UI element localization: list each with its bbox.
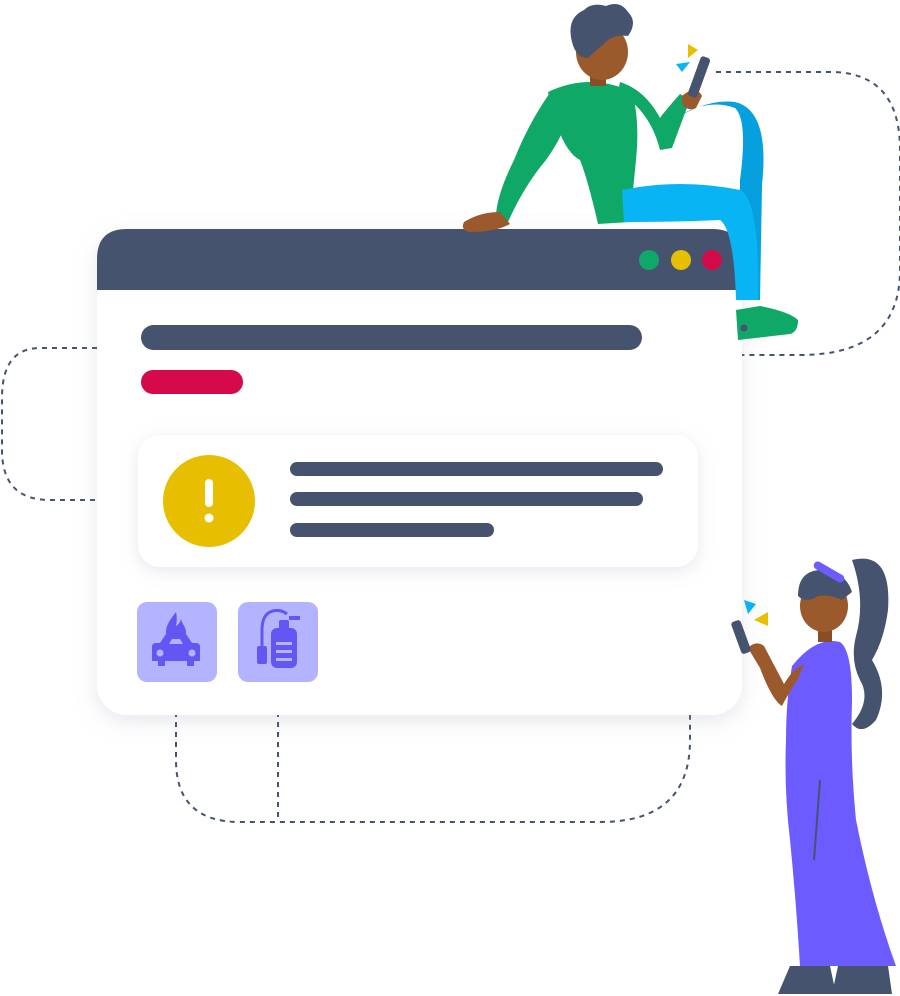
alert-line-1 <box>290 462 663 476</box>
woman-figure <box>731 558 896 994</box>
alert-card <box>138 435 698 567</box>
tag-placeholder-bar <box>141 370 243 394</box>
alert-line-3 <box>290 523 494 537</box>
window-dot-red <box>702 250 722 270</box>
title-placeholder-bar <box>141 325 642 350</box>
window-dot-yellow <box>671 250 691 270</box>
window-dot-green <box>639 250 659 270</box>
browser-window <box>97 229 742 715</box>
illustration-scene <box>1 4 900 994</box>
fire-extinguisher-tile <box>238 602 318 682</box>
fire-car-tile <box>137 602 217 682</box>
alert-line-2 <box>290 492 643 506</box>
